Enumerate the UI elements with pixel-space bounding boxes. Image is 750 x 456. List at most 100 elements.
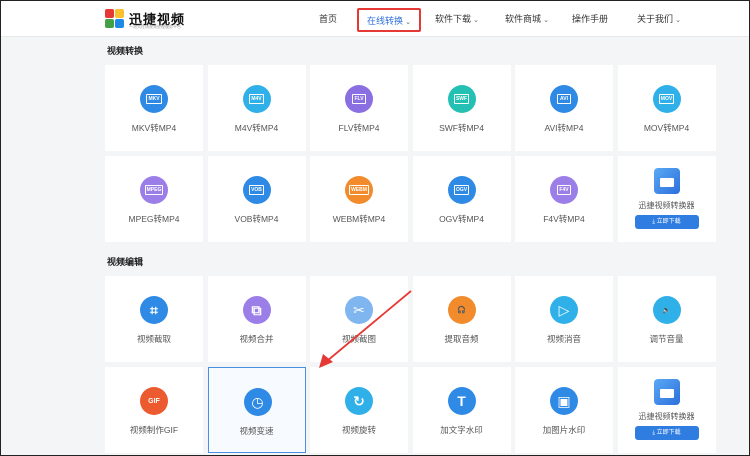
- chevron-down-icon: ⌄: [405, 19, 411, 26]
- convert-card-label: MKV转MP4: [131, 123, 177, 133]
- edit-card[interactable]: 🔈 调节音量: [617, 276, 716, 362]
- edit-card[interactable]: 🎧 提取音频: [412, 276, 511, 362]
- edit-card-label: 加图片水印: [542, 425, 586, 435]
- nav-item-label: 操作手册: [571, 14, 608, 24]
- headphones-icon: 🎧: [447, 296, 476, 324]
- convert-card[interactable]: F4V F4V转MP4: [515, 156, 613, 242]
- edit-card[interactable]: ⧉ 视频合并: [207, 276, 306, 362]
- format-badge: F4V: [557, 185, 571, 195]
- edit-card-label: 视频截图: [341, 334, 376, 344]
- nav-item-3[interactable]: 软件下载 ⌄: [433, 8, 481, 32]
- edit-card[interactable]: ◷ 视频变速: [207, 367, 306, 453]
- convert-card[interactable]: VOB VOB转MP4: [207, 156, 306, 242]
- convert-card-label: MPEG转MP4: [128, 214, 180, 224]
- format-file-icon: MOV: [652, 85, 681, 113]
- nav-item-label: 软件下载: [435, 14, 472, 24]
- promo-label: 迅捷视频转换器: [638, 412, 695, 421]
- chevron-down-icon: ⌄: [473, 17, 479, 24]
- edit-card[interactable]: T 加文字水印: [412, 367, 511, 453]
- format-file-icon: FLV: [345, 85, 373, 113]
- edit-card[interactable]: ↻ 视频旋转: [310, 367, 408, 453]
- edit-card[interactable]: ✂ 视频截图: [310, 276, 408, 362]
- format-badge: MOV: [658, 94, 675, 104]
- icon-glyph: ↻: [353, 392, 365, 409]
- icon-glyph: ⧉: [251, 301, 262, 318]
- format-file-icon: WEBM: [345, 176, 373, 204]
- nav-item-label: 在线转换: [367, 16, 404, 26]
- icon-glyph: 🔈: [662, 307, 671, 314]
- icon-glyph: 🎧: [457, 307, 466, 314]
- convert-card[interactable]: MPEG MPEG转MP4: [105, 156, 203, 242]
- site-logo[interactable]: 迅捷视频 一站式在线视频处理服务平台: [105, 9, 195, 31]
- edit-card-label: 视频旋转: [341, 425, 376, 435]
- format-badge: WEBM: [349, 185, 369, 195]
- nav-item-2[interactable]: 在线转换 ⌄: [357, 8, 421, 32]
- merge-icon: ⧉: [242, 296, 271, 324]
- format-badge: VOB: [249, 185, 264, 195]
- edit-card[interactable]: ▣ 加图片水印: [515, 367, 613, 453]
- download-button-label: 立即下载: [656, 219, 681, 225]
- format-file-icon: MKV: [140, 85, 168, 113]
- format-file-icon: MPEG: [140, 176, 168, 204]
- convert-card-label: FLV转MP4: [338, 123, 380, 133]
- edit-card[interactable]: ▷ 视频消音: [515, 276, 613, 362]
- speed-icon: ◷: [243, 388, 272, 416]
- chevron-down-icon: ⌄: [675, 17, 681, 24]
- convert-card[interactable]: MOV MOV转MP4: [617, 65, 716, 151]
- download-button[interactable]: ⤓ 立即下载: [634, 215, 699, 229]
- logo-subtitle: 一站式在线视频处理服务平台: [129, 24, 181, 29]
- format-badge: MPEG: [144, 185, 164, 195]
- convert-card[interactable]: FLV FLV转MP4: [310, 65, 408, 151]
- convert-card-label: SWF转MP4: [439, 123, 484, 133]
- convert-card[interactable]: AVI AVI转MP4: [515, 65, 613, 151]
- format-file-icon: SWF: [447, 85, 476, 113]
- nav-item-label: 关于我们: [637, 14, 674, 24]
- icon-glyph: ◷: [251, 393, 264, 410]
- convert-card[interactable]: M4V M4V转MP4: [207, 65, 306, 151]
- format-badge: M4V: [249, 94, 264, 104]
- icon-glyph: ▣: [557, 392, 571, 409]
- download-button[interactable]: ⤓ 立即下载: [634, 426, 699, 440]
- scissors-icon: ✂: [345, 296, 373, 324]
- format-file-icon: VOB: [242, 176, 271, 204]
- nav-item-1[interactable]: 首页: [307, 8, 349, 32]
- convert-card-label: AVI转MP4: [544, 123, 584, 133]
- edit-card[interactable]: ⌗ 视频截取: [105, 276, 203, 362]
- icon-glyph: ▷: [558, 301, 570, 318]
- edit-card-label: 视频截取: [136, 334, 171, 344]
- format-badge: AVI: [557, 94, 571, 104]
- format-file-icon: F4V: [550, 176, 578, 204]
- icon-glyph: ⌗: [150, 301, 158, 318]
- text-watermark-icon: T: [447, 387, 476, 415]
- promo-card: 迅捷视频转换器 ⤓ 立即下载: [617, 367, 716, 453]
- nav-item-6[interactable]: 关于我们 ⌄: [633, 8, 685, 32]
- convert-card-label: WEBM转MP4: [332, 214, 386, 224]
- convert-card[interactable]: MKV MKV转MP4: [105, 65, 203, 151]
- edit-card-label: 加文字水印: [440, 425, 483, 435]
- edit-card[interactable]: GIF 视频制作GIF: [105, 367, 203, 453]
- edit-card-label: 视频制作GIF: [129, 425, 179, 435]
- format-file-icon: M4V: [242, 85, 271, 113]
- download-button-label: 立即下载: [656, 430, 681, 436]
- nav-item-4[interactable]: 软件商城 ⌄: [501, 8, 553, 32]
- format-badge: SWF: [453, 94, 470, 104]
- gif-icon: GIF: [140, 387, 168, 415]
- edit-card-label: 视频消音: [546, 334, 581, 344]
- rotate-icon: ↻: [345, 387, 373, 415]
- convert-card[interactable]: SWF SWF转MP4: [412, 65, 511, 151]
- edit-card-label: 视频合并: [239, 334, 274, 344]
- nav-item-5[interactable]: 操作手册: [569, 8, 611, 32]
- convert-card-label: F4V转MP4: [543, 214, 585, 224]
- format-file-icon: OGV: [447, 176, 476, 204]
- format-badge: FLV: [352, 94, 366, 104]
- nav-item-label: 软件商城: [505, 14, 542, 24]
- image-watermark-icon: ▣: [550, 387, 578, 415]
- format-badge: OGV: [453, 185, 470, 195]
- edit-card-label: 提取音频: [444, 334, 479, 344]
- convert-card[interactable]: WEBM WEBM转MP4: [310, 156, 408, 242]
- convert-card-label: OGV转MP4: [439, 214, 484, 224]
- chevron-down-icon: ⌄: [543, 17, 549, 24]
- icon-glyph: GIF: [148, 397, 160, 405]
- convert-card[interactable]: OGV OGV转MP4: [412, 156, 511, 242]
- format-badge: MKV: [146, 94, 162, 104]
